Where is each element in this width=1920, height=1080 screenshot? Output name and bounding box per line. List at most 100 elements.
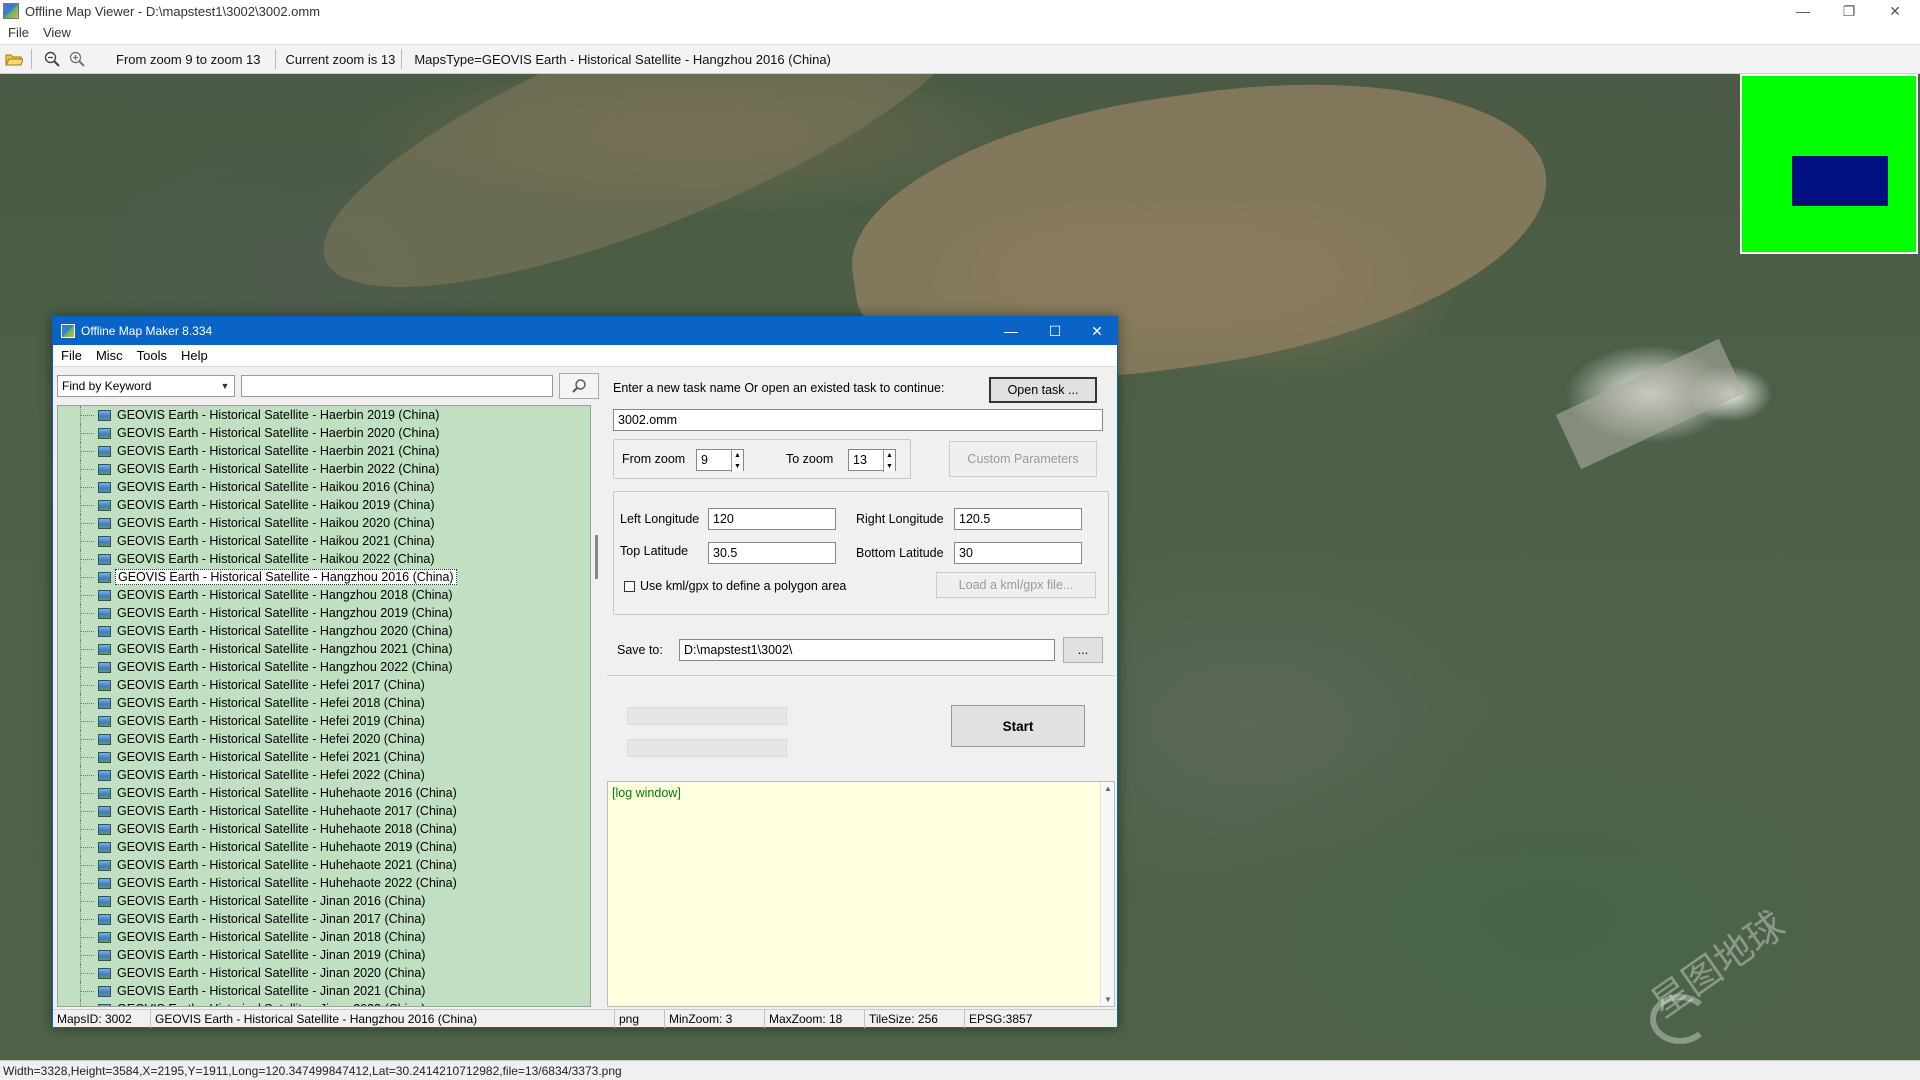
minimize-button[interactable]: — [1780,0,1826,22]
toolbar: From zoom 9 to zoom 13 Current zoom is 1… [0,44,1920,74]
tree-item[interactable]: GEOVIS Earth - Historical Satellite - Ha… [58,424,590,442]
left-longitude-input[interactable] [708,508,836,530]
tree-item[interactable]: GEOVIS Earth - Historical Satellite - Ji… [58,982,590,1000]
map-tree[interactable]: GEOVIS Earth - Historical Satellite - Ha… [57,405,591,1007]
map-layer-icon [98,949,111,961]
tree-item[interactable]: GEOVIS Earth - Historical Satellite - Ha… [58,460,590,478]
start-button[interactable]: Start [951,705,1085,747]
tree-item[interactable]: GEOVIS Earth - Historical Satellite - Ha… [58,442,590,460]
search-button[interactable] [559,373,599,399]
tree-item[interactable]: GEOVIS Earth - Historical Satellite - Ha… [58,586,590,604]
tree-item-label: GEOVIS Earth - Historical Satellite - He… [117,696,425,710]
tree-item[interactable]: GEOVIS Earth - Historical Satellite - Ha… [58,658,590,676]
menu-file[interactable]: File [8,25,29,40]
tree-item[interactable]: GEOVIS Earth - Historical Satellite - Ji… [58,964,590,982]
right-longitude-input[interactable] [954,508,1082,530]
status-tile-size: TileSize: 256 [865,1009,965,1028]
tree-item[interactable]: GEOVIS Earth - Historical Satellite - Hu… [58,802,590,820]
tree-item[interactable]: GEOVIS Earth - Historical Satellite - Ha… [58,604,590,622]
tree-item[interactable]: GEOVIS Earth - Historical Satellite - He… [58,676,590,694]
tree-item[interactable]: GEOVIS Earth - Historical Satellite - Hu… [58,874,590,892]
scroll-down-icon[interactable]: ▼ [1101,995,1115,1004]
zoom-in-icon[interactable] [66,48,88,70]
tree-item[interactable]: GEOVIS Earth - Historical Satellite - Ha… [58,568,590,586]
close-button[interactable]: ✕ [1872,0,1918,22]
save-path-input[interactable] [679,639,1055,661]
tree-item[interactable]: GEOVIS Earth - Historical Satellite - He… [58,766,590,784]
tree-item[interactable]: GEOVIS Earth - Historical Satellite - He… [58,712,590,730]
dialog-menu-help[interactable]: Help [181,348,208,363]
dialog-menu-misc[interactable]: Misc [96,348,123,363]
tree-item[interactable]: GEOVIS Earth - Historical Satellite - Hu… [58,856,590,874]
tree-item[interactable]: GEOVIS Earth - Historical Satellite - Ji… [58,892,590,910]
map-layer-icon [98,679,111,691]
dialog-status-bar: MapsID: 3002 GEOVIS Earth - Historical S… [53,1009,1117,1028]
bottom-latitude-input[interactable] [954,542,1082,564]
dialog-maximize-button[interactable]: ☐ [1033,317,1077,345]
bottom-latitude-label: Bottom Latitude [856,546,944,560]
dialog-menu-tools[interactable]: Tools [137,348,167,363]
keyword-input[interactable] [241,375,553,397]
scroll-up-icon[interactable]: ▲ [1101,784,1115,793]
browse-button[interactable]: ... [1063,637,1103,663]
tree-item[interactable]: GEOVIS Earth - Historical Satellite - Ha… [58,622,590,640]
map-layer-icon [98,805,111,817]
map-layer-icon [98,607,111,619]
overview-viewport[interactable] [1792,156,1888,206]
tree-item-label: GEOVIS Earth - Historical Satellite - Ha… [117,552,435,566]
menu-view[interactable]: View [43,25,71,40]
tree-item[interactable]: GEOVIS Earth - Historical Satellite - Ha… [58,514,590,532]
tree-item[interactable]: GEOVIS Earth - Historical Satellite - Ha… [58,640,590,658]
tree-item[interactable]: GEOVIS Earth - Historical Satellite - He… [58,730,590,748]
status-maps-name: GEOVIS Earth - Historical Satellite - Ha… [151,1009,615,1028]
tree-item[interactable]: GEOVIS Earth - Historical Satellite - Ha… [58,478,590,496]
task-name-input[interactable] [613,409,1103,431]
task-prompt-label: Enter a new task name Or open an existed… [613,381,945,395]
dialog-close-button[interactable]: ✕ [1075,317,1119,345]
log-window[interactable]: [log window] ▲ ▼ [607,781,1115,1007]
tree-item[interactable]: GEOVIS Earth - Historical Satellite - Hu… [58,784,590,802]
kml-checkbox[interactable] [624,581,635,592]
scrollbar-thumb[interactable] [595,535,598,579]
tree-item[interactable]: GEOVIS Earth - Historical Satellite - Ha… [58,532,590,550]
tree-item[interactable]: GEOVIS Earth - Historical Satellite - Hu… [58,838,590,856]
top-latitude-input[interactable] [708,542,836,564]
map-layer-icon [98,553,111,565]
tree-item[interactable]: GEOVIS Earth - Historical Satellite - Hu… [58,820,590,838]
open-folder-icon[interactable] [3,48,25,70]
overview-map[interactable] [1740,74,1918,254]
tree-item[interactable]: GEOVIS Earth - Historical Satellite - Ji… [58,910,590,928]
status-max-zoom: MaxZoom: 18 [765,1009,865,1028]
tree-item[interactable]: GEOVIS Earth - Historical Satellite - Ha… [58,496,590,514]
search-mode-select[interactable]: Find by Keyword ▼ [57,375,235,397]
load-kml-button[interactable]: Load a kml/gpx file... [936,572,1096,598]
maximize-button[interactable]: ❐ [1826,0,1872,22]
spin-arrows-icon[interactable]: ▲ ▼ [883,450,895,472]
spin-arrows-icon[interactable]: ▲ ▼ [731,450,743,472]
custom-parameters-button[interactable]: Custom Parameters [949,441,1097,477]
tree-scrollbar[interactable] [593,405,601,1007]
open-task-button[interactable]: Open task ... [989,377,1097,403]
tree-item[interactable]: GEOVIS Earth - Historical Satellite - Ha… [58,406,590,424]
map-layer-icon [98,841,111,853]
tree-item-label: GEOVIS Earth - Historical Satellite - Ha… [117,642,453,656]
zoom-out-icon[interactable] [41,48,63,70]
to-zoom-stepper[interactable]: 13 ▲ ▼ [848,449,896,472]
tree-item-label: GEOVIS Earth - Historical Satellite - Ji… [117,966,426,980]
tree-item[interactable]: GEOVIS Earth - Historical Satellite - Ji… [58,928,590,946]
status-maps-id: MapsID: 3002 [53,1009,151,1028]
map-layer-icon [98,589,111,601]
map-layer-icon [98,733,111,745]
map-layer-icon [98,787,111,799]
from-zoom-stepper[interactable]: 9 ▲ ▼ [696,449,744,472]
tree-item[interactable]: GEOVIS Earth - Historical Satellite - Ji… [58,1000,590,1006]
dialog-menu-file[interactable]: File [61,348,82,363]
dialog-minimize-button[interactable]: — [989,317,1033,345]
tree-item[interactable]: GEOVIS Earth - Historical Satellite - He… [58,748,590,766]
tree-item-label: GEOVIS Earth - Historical Satellite - Hu… [117,876,457,890]
tree-item[interactable]: GEOVIS Earth - Historical Satellite - Ha… [58,550,590,568]
tree-item[interactable]: GEOVIS Earth - Historical Satellite - He… [58,694,590,712]
log-scrollbar[interactable]: ▲ ▼ [1100,782,1114,1006]
tree-item[interactable]: GEOVIS Earth - Historical Satellite - Ji… [58,946,590,964]
left-longitude-label: Left Longitude [620,512,700,526]
